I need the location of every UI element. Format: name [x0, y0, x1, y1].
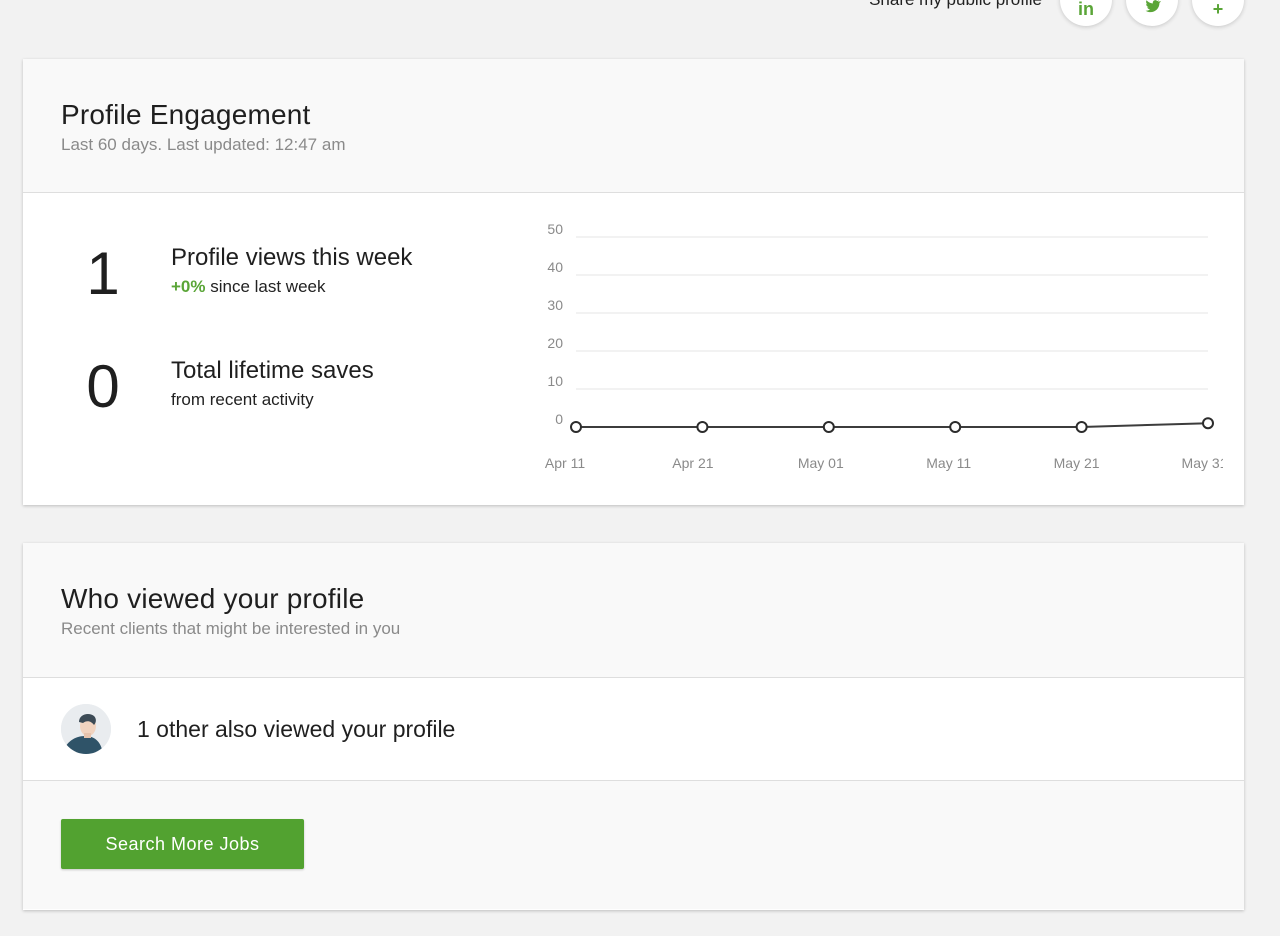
card-title: Profile Engagement: [61, 99, 311, 130]
card-header: Who viewed your profile Recent clients t…: [23, 543, 1244, 678]
plus-icon: +: [1212, 0, 1224, 19]
profile-views-delta-line: +0% since last week: [171, 277, 326, 297]
avatar: [61, 704, 111, 754]
y-tick-label: 20: [547, 335, 563, 351]
linkedin-icon: in: [1078, 0, 1094, 19]
profile-views-value: 1: [86, 240, 120, 307]
share-twitter-button[interactable]: [1126, 0, 1178, 26]
card-header: Profile Engagement Last 60 days. Last up…: [23, 59, 1244, 193]
lifetime-saves-label: Total lifetime saves: [171, 357, 374, 384]
x-tick-label: May 11: [926, 455, 971, 471]
card-subtitle: Last 60 days. Last updated: 12:47 am: [61, 135, 346, 154]
data-point: [949, 421, 962, 433]
data-point: [1075, 421, 1088, 433]
data-point: [822, 421, 835, 433]
profile-views-delta-suffix: since last week: [205, 277, 326, 296]
person-silhouette-icon: [61, 704, 111, 754]
x-tick-label: May 31: [1182, 455, 1223, 471]
y-tick-label: 50: [547, 221, 563, 237]
data-point: [696, 421, 709, 433]
profile-engagement-card: Profile Engagement Last 60 days. Last up…: [23, 59, 1244, 505]
who-viewed-card: Who viewed your profile Recent clients t…: [23, 543, 1244, 910]
y-tick-label: 10: [547, 373, 563, 389]
share-more-button[interactable]: +: [1192, 0, 1244, 26]
share-label: Share my public profile: [869, 0, 1042, 10]
viewer-row-text: 1 other also viewed your profile: [137, 715, 456, 742]
card-subtitle: Recent clients that might be interested …: [61, 619, 401, 638]
share-bar: Share my public profile in +: [869, 0, 1244, 26]
y-tick-label: 30: [547, 297, 563, 313]
x-tick-label: Apr 11: [545, 455, 585, 471]
search-more-jobs-button[interactable]: Search More Jobs: [61, 819, 304, 869]
x-tick-label: Apr 21: [672, 455, 713, 471]
twitter-icon: [1143, 0, 1161, 20]
profile-views-label: Profile views this week: [171, 244, 413, 271]
series-line: [576, 422, 1209, 428]
engagement-chart: 50 40 30 20 10 0 Apr 11 Apr 21 May 01 May 11 May 2…: [545, 221, 1223, 471]
y-tick-label: 0: [555, 411, 563, 427]
data-point: [570, 421, 582, 433]
share-linkedin-button[interactable]: in: [1060, 0, 1112, 26]
x-tick-label: May 01: [798, 455, 844, 471]
profile-views-delta: +0%: [171, 277, 206, 296]
card-title: Who viewed your profile: [61, 583, 365, 614]
x-tick-label: May 21: [1054, 455, 1100, 471]
lifetime-saves-sub: from recent activity: [171, 390, 314, 409]
data-point: [1202, 417, 1214, 430]
y-tick-label: 40: [547, 259, 563, 275]
card-footer: Search More Jobs: [23, 781, 1244, 909]
viewer-row: 1 other also viewed your profile: [23, 678, 1244, 781]
lifetime-saves-value: 0: [86, 353, 120, 420]
